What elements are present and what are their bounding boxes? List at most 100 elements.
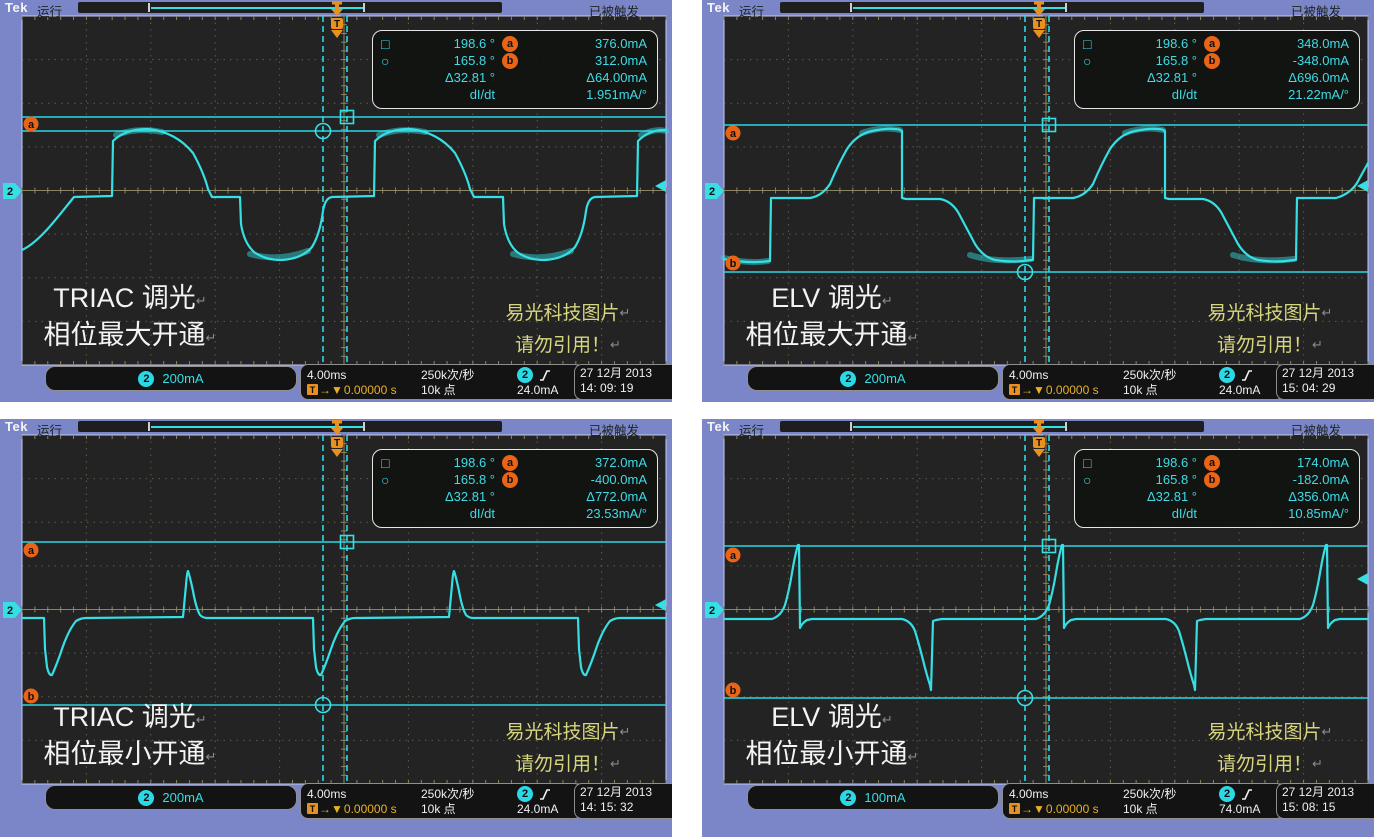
channel-2-marker-label: 2	[7, 186, 13, 198]
return-mark: ↵	[206, 749, 217, 764]
channel-a-badge: a	[1204, 36, 1220, 52]
record-view-bar	[780, 2, 1204, 13]
time-value: 15: 08: 15	[1282, 800, 1374, 815]
delay-row: T →▼ 0.00000 s 10k 点 24.0mA	[307, 381, 575, 396]
annotation-line1: ELV 调光	[771, 702, 882, 732]
horizontal-trigger-readout[interactable]: 4.00ms 250k次/秒 2 T →▼ 0.00000 s 10k 点 24…	[1002, 364, 1284, 400]
didt-row: dI/dt 21.22mA/°	[1083, 86, 1349, 103]
channel-2-marker[interactable]: 2	[705, 183, 724, 199]
return-mark: ↵	[196, 712, 207, 727]
scope-panel: a b 2 T Tek 运行	[0, 419, 672, 837]
watermark-line1: 易光科技图片	[506, 722, 620, 743]
tek-logo: Tek	[5, 0, 28, 15]
cursor-a-badge: a	[24, 543, 39, 558]
didt-value: 10.85mA/°	[1227, 506, 1349, 521]
watermark-label: 易光科技图片↵ 请勿引用！↵	[1170, 297, 1370, 361]
cursor2-degrees: 165.8 °	[407, 472, 495, 487]
channel-2-marker[interactable]: 2	[3, 183, 22, 199]
cursor-b-value: -400.0mA	[525, 472, 647, 487]
cursor2-degrees: 165.8 °	[1109, 472, 1197, 487]
time-value: 14: 15: 32	[580, 800, 672, 815]
trigger-position-letter: T	[1036, 19, 1042, 30]
cursor-a-value: 376.0mA	[525, 36, 647, 51]
cursor2-row: ○ 165.8 ° b 312.0mA	[381, 52, 647, 69]
channel-vertical-scale: 200mA	[864, 371, 905, 386]
cursor-a-badge-letter: a	[28, 119, 35, 131]
channel-2-badge: 2	[840, 371, 856, 387]
horizontal-trigger-readout[interactable]: 4.00ms 250k次/秒 2 T →▼ 0.00000 s 10k 点 74…	[1002, 783, 1284, 819]
cursor-measurement-box: □ 198.6 ° a 376.0mA ○ 165.8 ° b 312.0mA …	[372, 30, 658, 109]
record-window-left-bracket	[850, 3, 852, 12]
trigger-level-value: 24.0mA	[517, 383, 575, 397]
triggered-status: 已被触发	[1291, 420, 1341, 439]
channel-scale-readout[interactable]: 2 200mA	[747, 366, 999, 391]
didt-label: dI/dt	[407, 87, 495, 102]
trigger-record-flag-icon	[330, 1, 344, 16]
trigger-source-badge: 2	[1219, 367, 1235, 383]
tek-logo: Tek	[5, 419, 28, 434]
delta-degrees: Δ32.81 °	[407, 70, 495, 85]
date-value: 27 12月 2013	[580, 366, 672, 381]
annotation-line1: ELV 调光	[771, 283, 882, 313]
cursor2-row: ○ 165.8 ° b -400.0mA	[381, 471, 647, 488]
watermark-line2: 请勿引用！	[515, 335, 610, 356]
acquisition-run-status: 运行	[37, 1, 62, 20]
tek-logo: Tek	[707, 419, 730, 434]
return-mark: ↵	[620, 724, 631, 739]
record-view-bar	[780, 421, 1204, 432]
cursor2-row: ○ 165.8 ° b -348.0mA	[1083, 52, 1349, 69]
trigger-delay-cell: T →▼ 0.00000 s	[307, 383, 421, 397]
delta-degrees: Δ32.81 °	[1109, 489, 1197, 504]
tek-logo: Tek	[707, 0, 730, 15]
cursor1-square-symbol: □	[1083, 36, 1109, 52]
watermark-line1: 易光科技图片	[506, 303, 620, 324]
channel-2-marker[interactable]: 2	[3, 602, 22, 618]
rising-slope-icon	[1241, 787, 1253, 801]
cursor1-row: □ 198.6 ° a 372.0mA	[381, 454, 647, 471]
channel-b-badge: b	[502, 53, 518, 69]
return-mark: ↵	[610, 337, 621, 352]
acquisition-run-status: 运行	[739, 420, 764, 439]
horizontal-trigger-readout[interactable]: 4.00ms 250k次/秒 2 T →▼ 0.00000 s 10k 点 24…	[300, 364, 582, 400]
date-value: 27 12月 2013	[580, 785, 672, 800]
channel-2-marker[interactable]: 2	[705, 602, 724, 618]
rising-slope-icon	[1241, 368, 1253, 382]
channel-b-badge: b	[1204, 53, 1220, 69]
return-mark: ↵	[908, 330, 919, 345]
annotation-line2: 相位最大开通	[746, 320, 908, 350]
horizontal-trigger-readout[interactable]: 4.00ms 250k次/秒 2 T →▼ 0.00000 s 10k 点 24…	[300, 783, 582, 819]
cursor2-degrees: 165.8 °	[1109, 53, 1197, 68]
rising-slope-icon	[539, 787, 551, 801]
watermark-label: 易光科技图片↵ 请勿引用！↵	[1170, 716, 1370, 780]
return-mark: ↵	[1312, 337, 1323, 352]
date-value: 27 12月 2013	[1282, 785, 1374, 800]
trigger-delay-t-icon: T	[1009, 384, 1020, 395]
cursor-a-value: 348.0mA	[1227, 36, 1349, 51]
trigger-delay-t-icon: T	[307, 803, 318, 814]
top-status-bar: Tek 运行 已被触发	[702, 0, 1374, 16]
cursor2-circle-symbol: ○	[1083, 472, 1109, 488]
channel-scale-readout[interactable]: 2 200mA	[45, 785, 297, 810]
channel-b-badge: b	[502, 472, 518, 488]
channel-scale-readout[interactable]: 2 200mA	[45, 366, 297, 391]
return-mark: ↵	[206, 330, 217, 345]
trigger-delay-cell: T →▼ 0.00000 s	[1009, 802, 1123, 816]
rising-slope-icon	[539, 368, 551, 382]
cursor-a-badge-letter: a	[730, 550, 737, 562]
delta-current-value: Δ356.0mA	[1227, 489, 1349, 504]
trigger-position-letter: T	[334, 438, 340, 449]
trigger-delay-t-icon: T	[1009, 803, 1020, 814]
channel-scale-readout[interactable]: 2 100mA	[747, 785, 999, 810]
channel-vertical-scale: 200mA	[162, 371, 203, 386]
datetime-readout: 27 12月 2013 14: 15: 32	[574, 783, 672, 819]
triggered-status: 已被触发	[1291, 1, 1341, 20]
trigger-position-letter: T	[1036, 438, 1042, 449]
return-mark: ↵	[610, 756, 621, 771]
timebase-row: 4.00ms 250k次/秒 2	[307, 785, 575, 800]
cursor1-row: □ 198.6 ° a 376.0mA	[381, 35, 647, 52]
cursor-b-value: 312.0mA	[525, 53, 647, 68]
trigger-delay-arrow: →▼	[319, 383, 343, 397]
cursor2-circle-symbol: ○	[381, 472, 407, 488]
record-view-bar	[78, 2, 502, 13]
timebase-row: 4.00ms 250k次/秒 2	[307, 366, 575, 381]
